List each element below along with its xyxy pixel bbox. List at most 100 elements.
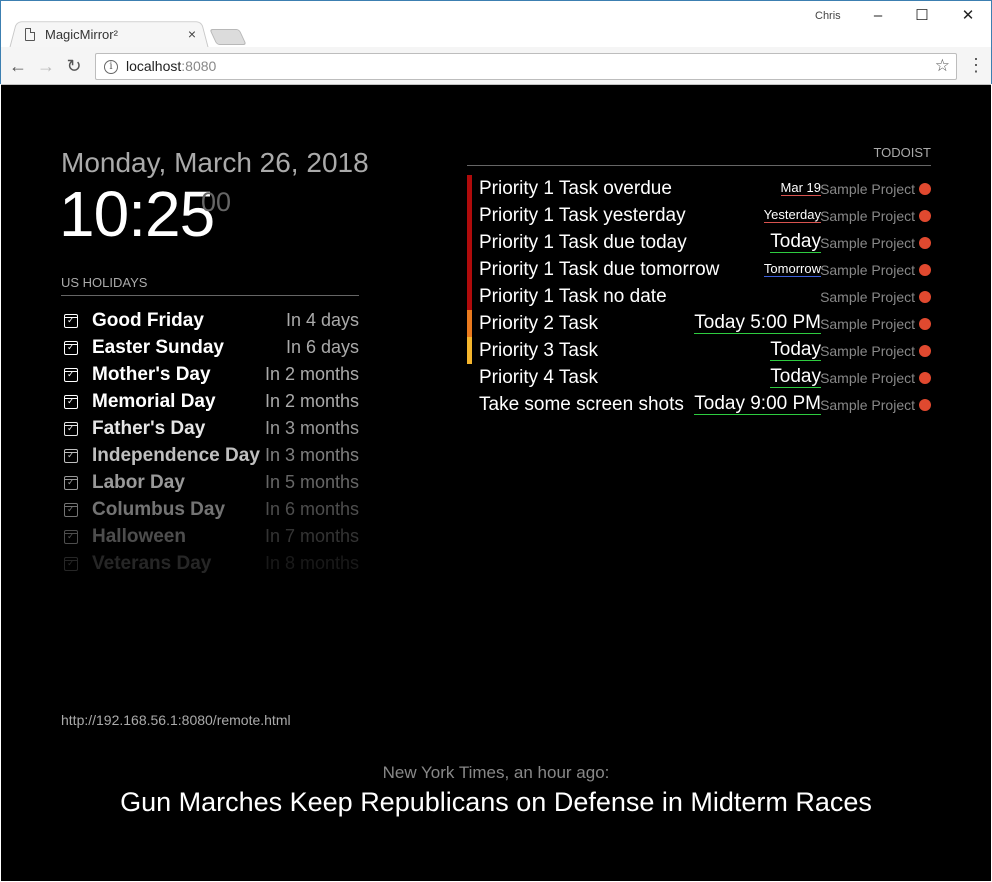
holiday-when: In 6 days [285,337,359,357]
task-due: Today [770,230,821,254]
info-icon[interactable]: i [104,60,118,74]
calendar-check-icon [64,313,78,328]
task-project: Sample Project [820,261,915,278]
news-source: New York Times, an hour ago: [382,763,610,782]
task-project: Sample Project [820,234,915,251]
todo-list: Priority 1 Task overdue Mar 19 Sample Proj… [467,175,931,418]
project-color-dot [919,290,931,303]
holiday-name: Memorial Day [92,390,216,412]
priority-indicator [467,229,472,256]
browser-window: MagicMirror² × Chris – ☐ ✕ ← → ↻ i local… [0,0,992,85]
project-color-dot [919,398,931,411]
document-icon [25,27,35,41]
calendar-check-icon [64,529,78,544]
holiday-when: In 3 months [264,445,359,465]
task-project: Sample Project [820,207,915,224]
tab-close-icon[interactable]: × [185,26,199,42]
holiday-when: In 4 days [285,310,359,330]
new-tab-button[interactable] [209,29,247,45]
todo-item: Priority 1 Task overdue Mar 19 Sample Proj… [467,175,931,202]
task-due: Today 5:00 PM [694,311,821,335]
priority-indicator [467,337,472,364]
holiday-name: Independence Day [92,444,260,466]
priority-indicator [467,202,472,229]
url-host: localhost [126,58,182,74]
project-color-dot [919,263,931,276]
todo-item: Priority 1 Task yesterday Yesterday Sample… [467,202,931,229]
holidays-header: US HOLIDAYS [61,275,359,296]
holiday-item: Veterans Day In 8 months [61,550,359,577]
bookmark-star-icon[interactable]: ☆ [935,56,950,76]
holiday-when: In 6 months [264,499,359,519]
task-due: Today 9:00 PM [694,392,821,416]
task-project: Sample Project [820,396,915,413]
remote-url: http://192.168.56.1:8080/remote.html [61,712,291,728]
profile-name[interactable]: Chris [815,10,841,22]
todo-item: Priority 1 Task due today Today Sample Pro… [467,229,931,256]
todoist-header: TODOIST [467,145,931,166]
holiday-item: Halloween In 7 months [61,523,359,550]
browser-menu-icon[interactable]: ⋮ [967,55,985,75]
calendar-check-icon [64,367,78,382]
task-due: Yesterday [763,206,821,224]
priority-indicator [467,175,472,202]
task-project: Sample Project [820,342,915,359]
task-project: Sample Project [820,180,915,197]
project-color-dot [919,317,931,330]
task-text: Priority 2 Task [479,312,598,334]
todo-item: Take some screen shots Today 9:00 PM Sampl… [467,391,931,418]
calendar-check-icon [64,502,78,517]
close-window-button[interactable]: ✕ [953,5,983,27]
holiday-item: Father's Day In 3 months [61,415,359,442]
task-text: Priority 4 Task [479,366,598,388]
tab-content[interactable]: MagicMirror² × [19,23,199,45]
calendar-check-icon [64,421,78,436]
address-url[interactable]: localhost:8080 [126,58,216,74]
priority-indicator [467,283,472,310]
address-bar[interactable]: i localhost:8080 ☆ [95,53,957,80]
holiday-item: Mother's Day In 2 months [61,361,359,388]
holiday-when: In 7 months [264,526,359,546]
holiday-name: Good Friday [92,309,204,331]
holiday-when: In 2 months [264,364,359,384]
task-text: Priority 1 Task due today [479,231,687,253]
reload-button[interactable]: ↻ [63,55,85,77]
minimize-button[interactable]: – [863,5,893,27]
back-button[interactable]: ← [7,55,29,77]
holiday-when: In 2 months [264,391,359,411]
project-color-dot [919,344,931,357]
task-text: Priority 1 Task due tomorrow [479,258,720,280]
maximize-button[interactable]: ☐ [907,5,937,27]
calendar-check-icon [64,475,78,490]
task-text: Priority 1 Task no date [479,285,667,307]
task-project: Sample Project [820,288,915,305]
todo-item: Priority 4 Task Today Sample Project [467,364,931,391]
url-port: :8080 [181,58,217,74]
project-color-dot [919,236,931,249]
todo-item: Priority 1 Task due tomorrow Tomorrow Samp… [467,256,931,283]
forward-button[interactable]: → [35,55,57,77]
project-color-dot [919,371,931,384]
task-due: Tomorrow [763,260,821,278]
holiday-name: Veterans Day [92,552,212,574]
calendar-check-icon [64,340,78,355]
clock-time: 10:25 [59,178,215,250]
browser-toolbar: ← → ↻ i localhost:8080 ☆ ⋮ [1,47,991,85]
tab-title: MagicMirror² [45,26,118,42]
holiday-item: Independence DayIn 3 months [61,442,359,469]
holiday-name: Easter Sunday [92,336,224,358]
news-headline: Gun Marches Keep Republicans on Defense … [120,787,872,817]
holiday-name: Columbus Day [92,498,226,520]
holiday-list: Good Friday In 4 days Easter Sunday In 6 da… [61,307,359,577]
calendar-check-icon [64,556,78,571]
task-text: Priority 1 Task overdue [479,177,672,199]
holiday-name: Mother's Day [92,363,211,385]
clock-seconds: 00 [201,187,232,217]
calendar-check-icon [64,448,78,463]
holiday-item: Memorial Day In 2 months [61,388,359,415]
holiday-when: In 8 months [264,553,359,573]
task-project: Sample Project [820,315,915,332]
priority-indicator [467,256,472,283]
holiday-name: Halloween [92,525,186,547]
task-text: Priority 1 Task yesterday [479,204,686,226]
